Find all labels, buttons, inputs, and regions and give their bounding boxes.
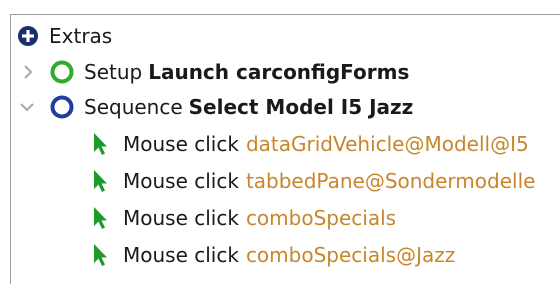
tree-node-extras[interactable]: Extras: [17, 19, 112, 53]
tree-node-setup[interactable]: Setup Launch carconfigForms: [11, 55, 409, 89]
tree-node-label: Extras: [49, 24, 113, 48]
step-target: tabbedPane@Sondermodelle: [245, 169, 536, 193]
tree-step-row[interactable]: Mouse click comboSpecials: [91, 201, 396, 235]
step-target: comboSpecials: [245, 206, 397, 230]
sequence-ring-icon: [49, 94, 75, 120]
step-action: Mouse click: [123, 243, 239, 267]
step-action: Mouse click: [123, 169, 239, 193]
cursor-arrow-icon: [91, 131, 109, 157]
tree-step-row[interactable]: Mouse click comboSpecials@Jazz: [91, 238, 455, 272]
cursor-arrow-icon: [91, 205, 109, 231]
expand-chevron-icon[interactable]: [21, 62, 35, 82]
collapse-chevron-icon[interactable]: [19, 97, 35, 117]
tree-step-row[interactable]: Mouse click tabbedPane@Sondermodelle: [91, 164, 535, 198]
step-target: dataGridVehicle@Modell@I5: [245, 132, 529, 156]
test-tree-panel: Extras Setup Launch carconfigForms Seque…: [10, 14, 560, 284]
step-action: Mouse click: [123, 206, 239, 230]
step-action: Mouse click: [123, 132, 239, 156]
cursor-arrow-icon: [91, 168, 109, 194]
sequence-name: Select Model I5 Jazz: [188, 95, 414, 119]
sequence-prefix: Sequence: [84, 95, 183, 119]
setup-ring-icon: [49, 59, 75, 85]
step-target: comboSpecials@Jazz: [245, 243, 456, 267]
tree-node-sequence[interactable]: Sequence Select Model I5 Jazz: [11, 90, 413, 124]
tree-step-row[interactable]: Mouse click dataGridVehicle@Modell@I5: [91, 127, 529, 161]
cursor-arrow-icon: [91, 242, 109, 268]
setup-prefix: Setup: [84, 60, 143, 84]
add-circle-icon: [17, 25, 39, 47]
setup-name: Launch carconfigForms: [148, 60, 410, 84]
